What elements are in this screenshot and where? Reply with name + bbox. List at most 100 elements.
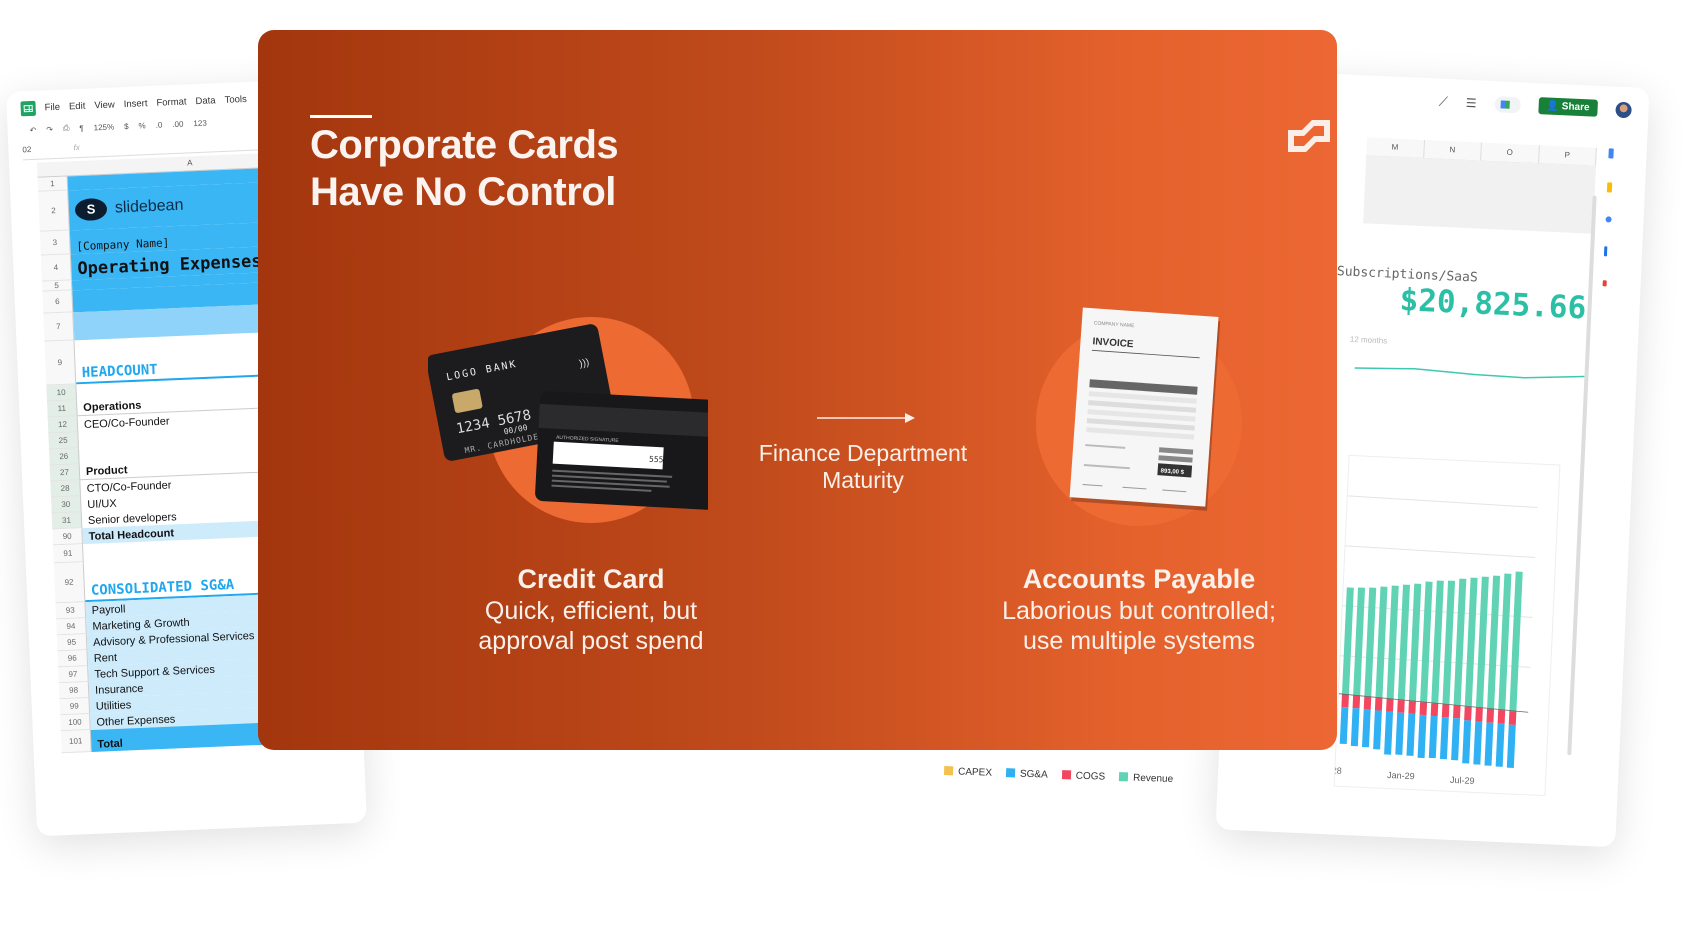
slidebean-logo-mark: S	[74, 197, 108, 221]
legend-revenue: Revenue	[1118, 772, 1173, 785]
x-tick-label: Jan-29	[1387, 770, 1415, 781]
increase-decimal-button[interactable]: .00	[172, 119, 183, 128]
row-number[interactable]: 12	[47, 416, 79, 434]
title-line-1: Corporate Cards	[310, 123, 619, 167]
cogs-bar	[1464, 706, 1472, 721]
maturity-line-2: Maturity	[822, 467, 904, 493]
menu-view[interactable]: View	[94, 99, 115, 111]
row-number[interactable]: 27	[49, 464, 81, 482]
menu-file[interactable]: File	[44, 102, 60, 114]
sga-bar	[1462, 720, 1472, 764]
sga-bar	[1439, 716, 1449, 760]
revenue-bar	[1408, 583, 1422, 702]
row-number[interactable]: 31	[51, 512, 83, 530]
row-number[interactable]: 4	[40, 254, 72, 282]
row-number[interactable]: 94	[56, 618, 87, 636]
cogs-bar	[1408, 701, 1416, 714]
row-number[interactable]: 98	[58, 682, 90, 700]
number-format-button[interactable]: 123	[193, 118, 207, 128]
credit-card-line-2: approval post spend	[478, 627, 704, 655]
legend-cogs: COGS	[1061, 770, 1105, 783]
row-number[interactable]: 96	[57, 650, 89, 668]
currency-button[interactable]: $	[124, 121, 129, 130]
accounts-payable-heading: Accounts Payable	[1022, 564, 1256, 594]
row-number[interactable]: 26	[49, 448, 80, 466]
redo-icon[interactable]: ↷	[46, 125, 53, 134]
row-number[interactable]: 2	[38, 190, 70, 232]
cogs-bar	[1497, 709, 1506, 724]
row-number[interactable]: 25	[48, 432, 79, 450]
calendar-icon[interactable]	[1608, 148, 1614, 159]
menu-data[interactable]: Data	[195, 95, 216, 107]
cogs-bar	[1386, 698, 1394, 712]
sga-bar	[1384, 711, 1394, 755]
cogs-bar	[1453, 705, 1461, 719]
row-number[interactable]: 11	[46, 400, 78, 418]
paint-format-icon[interactable]: ¶	[79, 123, 84, 132]
print-icon[interactable]: ⎙	[63, 123, 70, 133]
menu-format[interactable]: Format	[156, 96, 187, 108]
share-button[interactable]: 👤 Share	[1538, 97, 1598, 117]
info-icon[interactable]	[1603, 246, 1608, 257]
row-number[interactable]: 30	[51, 496, 82, 514]
sga-bar	[1406, 713, 1416, 756]
title-accent-line	[310, 115, 372, 118]
keep-icon[interactable]	[1606, 182, 1613, 193]
comments-icon[interactable]: ☰	[1466, 95, 1477, 109]
row-number[interactable]: 3	[39, 230, 71, 256]
row-number[interactable]: 10	[46, 384, 77, 402]
row-number[interactable]: 92	[53, 562, 86, 604]
title-line-2: Have No Control	[310, 170, 616, 214]
name-box[interactable]: 02	[22, 145, 31, 154]
row-number[interactable]: 1	[37, 176, 69, 192]
arrow-right-icon	[817, 413, 915, 423]
row-number[interactable]: 9	[44, 340, 77, 386]
cogs-bar	[1441, 704, 1450, 718]
tasks-icon[interactable]	[1605, 216, 1612, 223]
row-number[interactable]: 101	[60, 730, 92, 754]
row-number[interactable]: 99	[59, 698, 91, 716]
row-number[interactable]: 91	[53, 544, 84, 564]
sga-bar	[1339, 707, 1349, 745]
revenue-bar	[1397, 584, 1411, 701]
x-tick-label: Jul-28	[1335, 765, 1342, 776]
maturity-line-1: Finance Department	[758, 440, 968, 466]
chart-legend: CAPEX SG&A COGS Revenue	[943, 766, 1173, 785]
meet-icon[interactable]	[1494, 95, 1521, 113]
accounts-payable-caption: Accounts Payable Laborious but controlle…	[929, 564, 1337, 656]
column-label: A	[186, 158, 193, 168]
card-back: AUTHORIZED SIGNATURE 555	[535, 391, 708, 510]
menu-tools[interactable]: Tools	[224, 94, 247, 106]
card-cvv: 555	[649, 455, 664, 465]
gray-band	[1363, 155, 1597, 234]
decrease-decimal-button[interactable]: .0	[155, 120, 162, 129]
menu-edit[interactable]: Edit	[69, 101, 86, 113]
trend-icon[interactable]: ⟋	[1438, 93, 1448, 109]
credit-card-description: Quick, efficient, but approval post spend	[381, 596, 801, 656]
row-number[interactable]: 100	[60, 714, 91, 732]
row-number[interactable]: 6	[42, 290, 74, 314]
cogs-bar	[1430, 703, 1439, 717]
percent-button[interactable]: %	[138, 121, 145, 130]
undo-icon[interactable]: ↶	[29, 125, 36, 134]
slide-title: Corporate Cards Have No Control	[310, 122, 619, 216]
row-number[interactable]: 28	[50, 480, 81, 498]
maps-icon[interactable]	[1602, 280, 1607, 287]
sga-bar	[1417, 714, 1427, 759]
revenue-bar	[1453, 578, 1467, 706]
avatar[interactable]	[1615, 101, 1632, 118]
vertical-scrollbar[interactable]	[1567, 195, 1597, 756]
credit-card-line-1: Quick, efficient, but	[484, 597, 698, 625]
row-number[interactable]: 95	[56, 634, 88, 652]
row-number[interactable]: 7	[43, 312, 75, 342]
row-number[interactable]: 93	[55, 602, 87, 620]
revenue-bar	[1442, 580, 1456, 705]
accounts-payable-description: Laborious but controlled; use multiple sy…	[929, 596, 1337, 656]
row-number[interactable]: 97	[58, 666, 89, 684]
zoom-select[interactable]: 125%	[93, 122, 114, 132]
legend-label: SG&A	[1019, 768, 1048, 781]
revenue-bar	[1431, 580, 1444, 704]
credit-card-caption: Credit Card Quick, efficient, but approva…	[381, 564, 801, 656]
menu-insert[interactable]: Insert	[124, 98, 148, 110]
row-number[interactable]: 90	[52, 528, 84, 546]
